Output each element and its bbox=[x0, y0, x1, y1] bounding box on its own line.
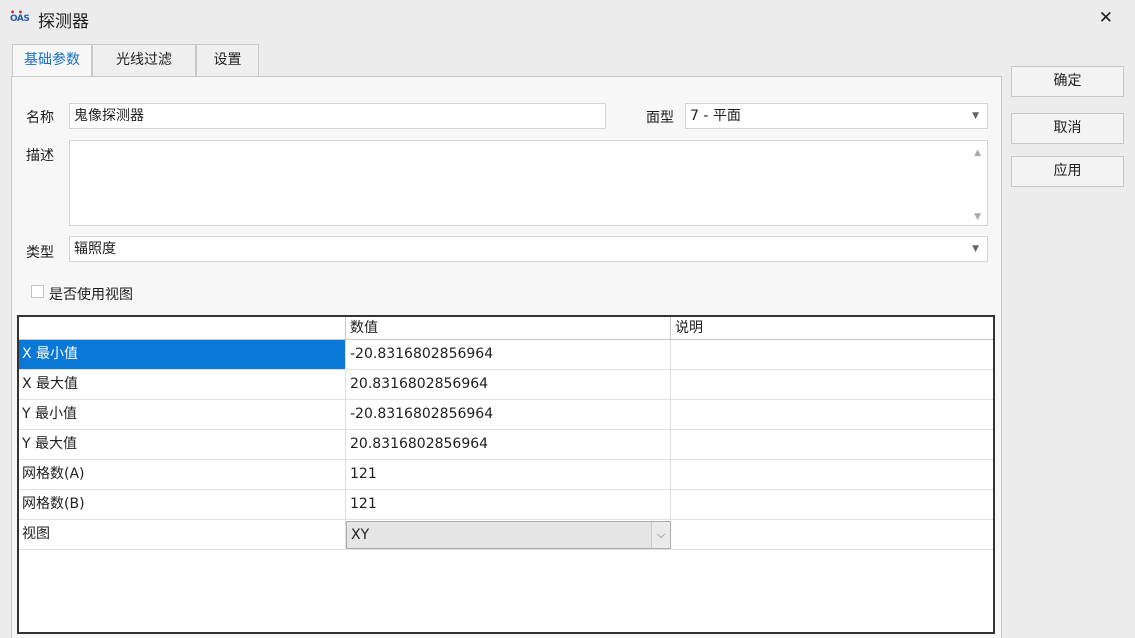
row-name: X 最大值 bbox=[19, 370, 346, 399]
name-input[interactable]: 鬼像探测器 bbox=[69, 103, 606, 129]
row-desc[interactable] bbox=[671, 400, 993, 429]
row-name: 网格数(B) bbox=[19, 490, 346, 519]
table-row[interactable]: 视图 XY ⌵ bbox=[19, 520, 993, 550]
tab-settings[interactable]: 设置 bbox=[196, 44, 259, 77]
header-value: 数值 bbox=[346, 317, 671, 339]
row-desc[interactable] bbox=[671, 520, 993, 549]
row-desc[interactable] bbox=[671, 460, 993, 489]
header-name bbox=[19, 317, 346, 339]
property-grid: 数值 说明 X 最小值 -20.8316802856964 X 最大值 20.8… bbox=[17, 315, 995, 634]
table-row[interactable]: X 最大值 20.8316802856964 bbox=[19, 370, 993, 400]
name-label: 名称 bbox=[26, 110, 54, 126]
title-bar: • • OAS 探测器 ✕ bbox=[0, 0, 1135, 37]
table-row[interactable]: X 最小值 -20.8316802856964 bbox=[19, 340, 993, 370]
row-value[interactable]: -20.8316802856964 bbox=[346, 340, 671, 369]
row-name: 网格数(A) bbox=[19, 460, 346, 489]
cancel-button[interactable]: 取消 bbox=[1011, 113, 1124, 144]
tab-basic-params[interactable]: 基础参数 bbox=[12, 44, 92, 78]
ok-button[interactable]: 确定 bbox=[1011, 66, 1124, 97]
type-dropdown[interactable]: 辐照度 ▼ bbox=[69, 236, 988, 262]
use-view-label: 是否使用视图 bbox=[49, 287, 133, 303]
view-select-value: XY bbox=[351, 527, 370, 543]
row-name: 视图 bbox=[19, 520, 346, 549]
row-value[interactable]: 121 bbox=[346, 460, 671, 489]
row-desc[interactable] bbox=[671, 490, 993, 519]
header-desc: 说明 bbox=[675, 320, 703, 336]
table-row[interactable]: Y 最小值 -20.8316802856964 bbox=[19, 400, 993, 430]
app-logo-icon: • • OAS bbox=[10, 8, 30, 24]
chevron-down-icon[interactable]: ⌵ bbox=[651, 522, 670, 548]
scroll-up-icon[interactable]: ▲ bbox=[974, 141, 981, 165]
window-title: 探测器 bbox=[38, 12, 89, 32]
row-name: Y 最小值 bbox=[19, 400, 346, 429]
row-name: Y 最大值 bbox=[19, 430, 346, 459]
dropdown-arrow-icon: ▼ bbox=[972, 244, 979, 254]
type-label: 类型 bbox=[26, 245, 54, 261]
type-value: 辐照度 bbox=[74, 241, 116, 257]
name-input-value: 鬼像探测器 bbox=[74, 108, 144, 124]
surface-type-value: 7 - 平面 bbox=[690, 108, 741, 124]
row-desc[interactable] bbox=[671, 370, 993, 399]
use-view-checkbox[interactable] bbox=[31, 285, 44, 298]
table-row[interactable]: 网格数(A) 121 bbox=[19, 460, 993, 490]
row-desc[interactable] bbox=[671, 430, 993, 459]
close-icon[interactable]: ✕ bbox=[1099, 8, 1113, 28]
row-name: X 最小值 bbox=[19, 340, 346, 369]
row-value[interactable]: 20.8316802856964 bbox=[346, 430, 671, 459]
table-row[interactable]: 网格数(B) 121 bbox=[19, 490, 993, 520]
desc-label: 描述 bbox=[26, 148, 54, 164]
table-row[interactable]: Y 最大值 20.8316802856964 bbox=[19, 430, 993, 460]
row-value[interactable]: -20.8316802856964 bbox=[346, 400, 671, 429]
desc-textarea[interactable]: ▲ ▼ bbox=[69, 140, 988, 226]
tab-ray-filter[interactable]: 光线过滤 bbox=[92, 44, 196, 77]
grid-header: 数值 说明 bbox=[19, 317, 993, 340]
apply-button[interactable]: 应用 bbox=[1011, 156, 1124, 187]
row-value[interactable]: 121 bbox=[346, 490, 671, 519]
row-value[interactable]: 20.8316802856964 bbox=[346, 370, 671, 399]
dropdown-arrow-icon: ▼ bbox=[972, 111, 979, 121]
row-desc[interactable] bbox=[671, 340, 993, 369]
scroll-down-icon[interactable]: ▼ bbox=[974, 209, 981, 225]
surface-label: 面型 bbox=[646, 110, 674, 126]
surface-type-dropdown[interactable]: 7 - 平面 ▼ bbox=[685, 103, 988, 129]
view-select[interactable]: XY ⌵ bbox=[346, 521, 671, 549]
